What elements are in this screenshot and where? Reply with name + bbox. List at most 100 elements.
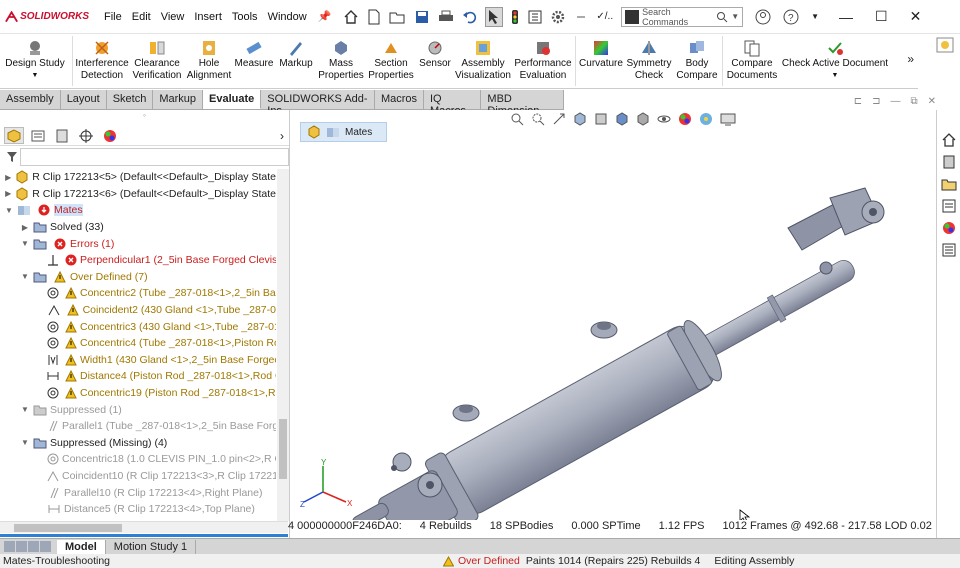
traffic-light-icon[interactable] <box>510 9 520 25</box>
search-commands-box[interactable]: Search Commands ▼ <box>621 6 744 27</box>
menu-insert[interactable]: Insert <box>189 11 227 23</box>
design-study-button[interactable]: Design Study ▼ <box>0 34 70 82</box>
tab-iq-macros[interactable]: IQ Macros <box>424 90 482 117</box>
next-tab-icon[interactable] <box>28 541 39 552</box>
tree-item-over-defined[interactable]: ▼ Over Defined (7) <box>0 269 276 286</box>
hole-alignment-button[interactable]: Hole Alignment <box>185 34 233 82</box>
close-icon[interactable]: ✕ <box>910 8 922 25</box>
tree-horizontal-scrollbar[interactable] <box>0 521 288 537</box>
scrollbar-thumb[interactable] <box>14 524 122 532</box>
file-properties-icon[interactable] <box>527 9 543 25</box>
sensor-button[interactable]: Sensor <box>417 34 453 70</box>
tree-item-coincident10[interactable]: Coincident10 (R Clip 172213<3>,R Clip 17… <box>0 468 276 485</box>
panel-grip-icon[interactable]: ◦ <box>0 110 289 126</box>
user-account-icon[interactable] <box>755 9 771 25</box>
viewport-close-icon[interactable]: ✕ <box>928 96 936 107</box>
file-explorer-icon[interactable] <box>941 176 957 192</box>
search-input[interactable]: Search Commands <box>642 7 716 27</box>
expand-arrow-icon[interactable]: ▶ <box>4 173 12 182</box>
expand-arrow-icon[interactable]: ▶ <box>20 223 30 232</box>
tree-item-r-clip-6[interactable]: ▶ R Clip 172213<6> (Default<<Default>_Di… <box>0 186 276 203</box>
view-palette-icon[interactable] <box>941 198 957 214</box>
tree-item-suppressed[interactable]: ▼ Suppressed (1) <box>0 401 276 418</box>
collapse-arrow-icon[interactable]: ▼ <box>4 206 14 215</box>
tab-sketch[interactable]: Sketch <box>107 90 154 109</box>
tabs-scroll-right-icon[interactable]: › <box>280 129 284 143</box>
tree-vertical-scrollbar[interactable] <box>277 169 289 521</box>
measure-button[interactable]: Measure <box>233 34 275 70</box>
tree-item-distance4[interactable]: Distance4 (Piston Rod _287-018<1>,Rod C <box>0 368 276 385</box>
cylinder-tube[interactable] <box>343 313 730 520</box>
tab-layout[interactable]: Layout <box>61 90 107 109</box>
tab-model[interactable]: Model <box>57 539 106 554</box>
macro-text-icon[interactable]: ✓/.. <box>596 11 613 22</box>
select-cursor-icon[interactable] <box>485 6 504 27</box>
display-manager-tab-icon[interactable] <box>100 127 120 144</box>
help-dropdown-icon[interactable]: ▼ <box>811 12 819 21</box>
pin-icon[interactable]: 📌 <box>318 10 332 23</box>
viewport-minimize-icon[interactable]: — <box>890 96 900 107</box>
tab-mbd-dimension[interactable]: MBD Dimension <box>481 90 564 117</box>
tree-item-errors[interactable]: ▼ Errors (1) <box>0 235 276 252</box>
design-study-dropdown-icon[interactable]: ▼ <box>32 70 39 82</box>
new-document-icon[interactable] <box>366 9 382 25</box>
more-tools-chevron-icon[interactable]: » <box>907 52 914 66</box>
options-gear-icon[interactable] <box>550 9 566 25</box>
mass-properties-button[interactable]: Mass Properties <box>317 34 365 82</box>
open-icon[interactable] <box>389 9 407 25</box>
collapse-arrow-icon[interactable]: ▼ <box>20 438 30 447</box>
tree-item-concentric3[interactable]: Concentric3 (430 Gland <1>,Tube _287-01 <box>0 318 276 335</box>
tree-item-concentric4[interactable]: Concentric4 (Tube _287-018<1>,Piston Ro <box>0 335 276 352</box>
property-manager-tab-icon[interactable] <box>28 127 48 144</box>
tree-item-concentric18[interactable]: Concentric18 (1.0 CLEVIS PIN_1.0 pin<2>,… <box>0 451 276 468</box>
tab-solidworks-add-ins[interactable]: SOLIDWORKS Add-Ins <box>261 90 375 117</box>
viewport-prev-icon[interactable]: ⊏ <box>854 96 862 107</box>
tab-motion-study-1[interactable]: Motion Study 1 <box>106 539 197 554</box>
tab-evaluate[interactable]: Evaluate <box>203 90 262 109</box>
appearances-icon[interactable] <box>941 220 957 236</box>
search-icon[interactable] <box>716 11 728 23</box>
tab-markup[interactable]: Markup <box>153 90 204 109</box>
help-icon[interactable]: ? <box>783 9 799 25</box>
custom-properties-icon[interactable] <box>941 242 957 258</box>
home-icon[interactable] <box>343 9 359 25</box>
markup-button[interactable]: Markup <box>275 34 317 70</box>
menu-window[interactable]: Window <box>263 11 312 23</box>
tree-item-suppressed-missing[interactable]: ▼ Suppressed (Missing) (4) <box>0 435 276 452</box>
symmetry-check-button[interactable]: Symmetry Check <box>624 34 674 82</box>
assembly-visualization-button[interactable]: Assembly Visualization <box>453 34 513 82</box>
section-properties-button[interactable]: Section Properties <box>365 34 417 82</box>
tree-item-mates[interactable]: ▼ Mates <box>0 202 276 219</box>
collapse-arrow-icon[interactable]: ▼ <box>20 239 30 248</box>
tree-item-concentric19[interactable]: Concentric19 (Piston Rod _287-018<1>,Ro <box>0 385 276 402</box>
tree-item-parallel10[interactable]: Parallel10 (R Clip 172213<4>,Right Plane… <box>0 484 276 501</box>
prev-tab-icon[interactable] <box>16 541 27 552</box>
interference-detection-button[interactable]: Interference Detection <box>75 34 129 82</box>
tree-item-coincident2[interactable]: Coincident2 (430 Gland <1>,Tube _287-0 <box>0 302 276 319</box>
cylinder-model[interactable]: Y X Z <box>290 110 936 520</box>
task-pane-toggle[interactable] <box>930 34 960 56</box>
feature-tree-tab-icon[interactable] <box>4 127 24 144</box>
tab-assembly[interactable]: Assembly <box>0 90 61 109</box>
tree-item-distance5[interactable]: Distance5 (R Clip 172213<4>,Top Plane) <box>0 501 276 518</box>
check-active-document-dropdown-icon[interactable]: ▼ <box>832 70 839 82</box>
print-icon[interactable] <box>437 9 455 25</box>
clearance-verification-button[interactable]: Clearance Verification <box>129 34 185 82</box>
expand-arrow-icon[interactable]: ▶ <box>4 189 12 198</box>
status-over-defined[interactable]: Over Defined <box>458 555 520 567</box>
performance-evaluation-button[interactable]: Performance Evaluation <box>513 34 573 82</box>
dimxpert-tab-icon[interactable] <box>76 127 96 144</box>
toolbar-expand-icon[interactable] <box>573 9 589 25</box>
rod-clevis[interactable] <box>787 187 885 275</box>
scrollbar-thumb[interactable] <box>279 419 287 479</box>
viewport-restore-icon[interactable]: ⊐ <box>872 96 880 107</box>
menu-tools[interactable]: Tools <box>227 11 263 23</box>
tree-item-solved[interactable]: ▶ Solved (33) <box>0 219 276 236</box>
tab-macros[interactable]: Macros <box>375 90 424 109</box>
configuration-manager-tab-icon[interactable] <box>52 127 72 144</box>
undo-icon[interactable] <box>462 9 478 25</box>
check-active-document-button[interactable]: Check Active Document ▼ <box>779 34 891 82</box>
collapse-arrow-icon[interactable]: ▼ <box>20 272 30 281</box>
design-library-icon[interactable] <box>941 154 957 170</box>
tree-item-concentric2[interactable]: Concentric2 (Tube _287-018<1>,2_5in Bas <box>0 285 276 302</box>
